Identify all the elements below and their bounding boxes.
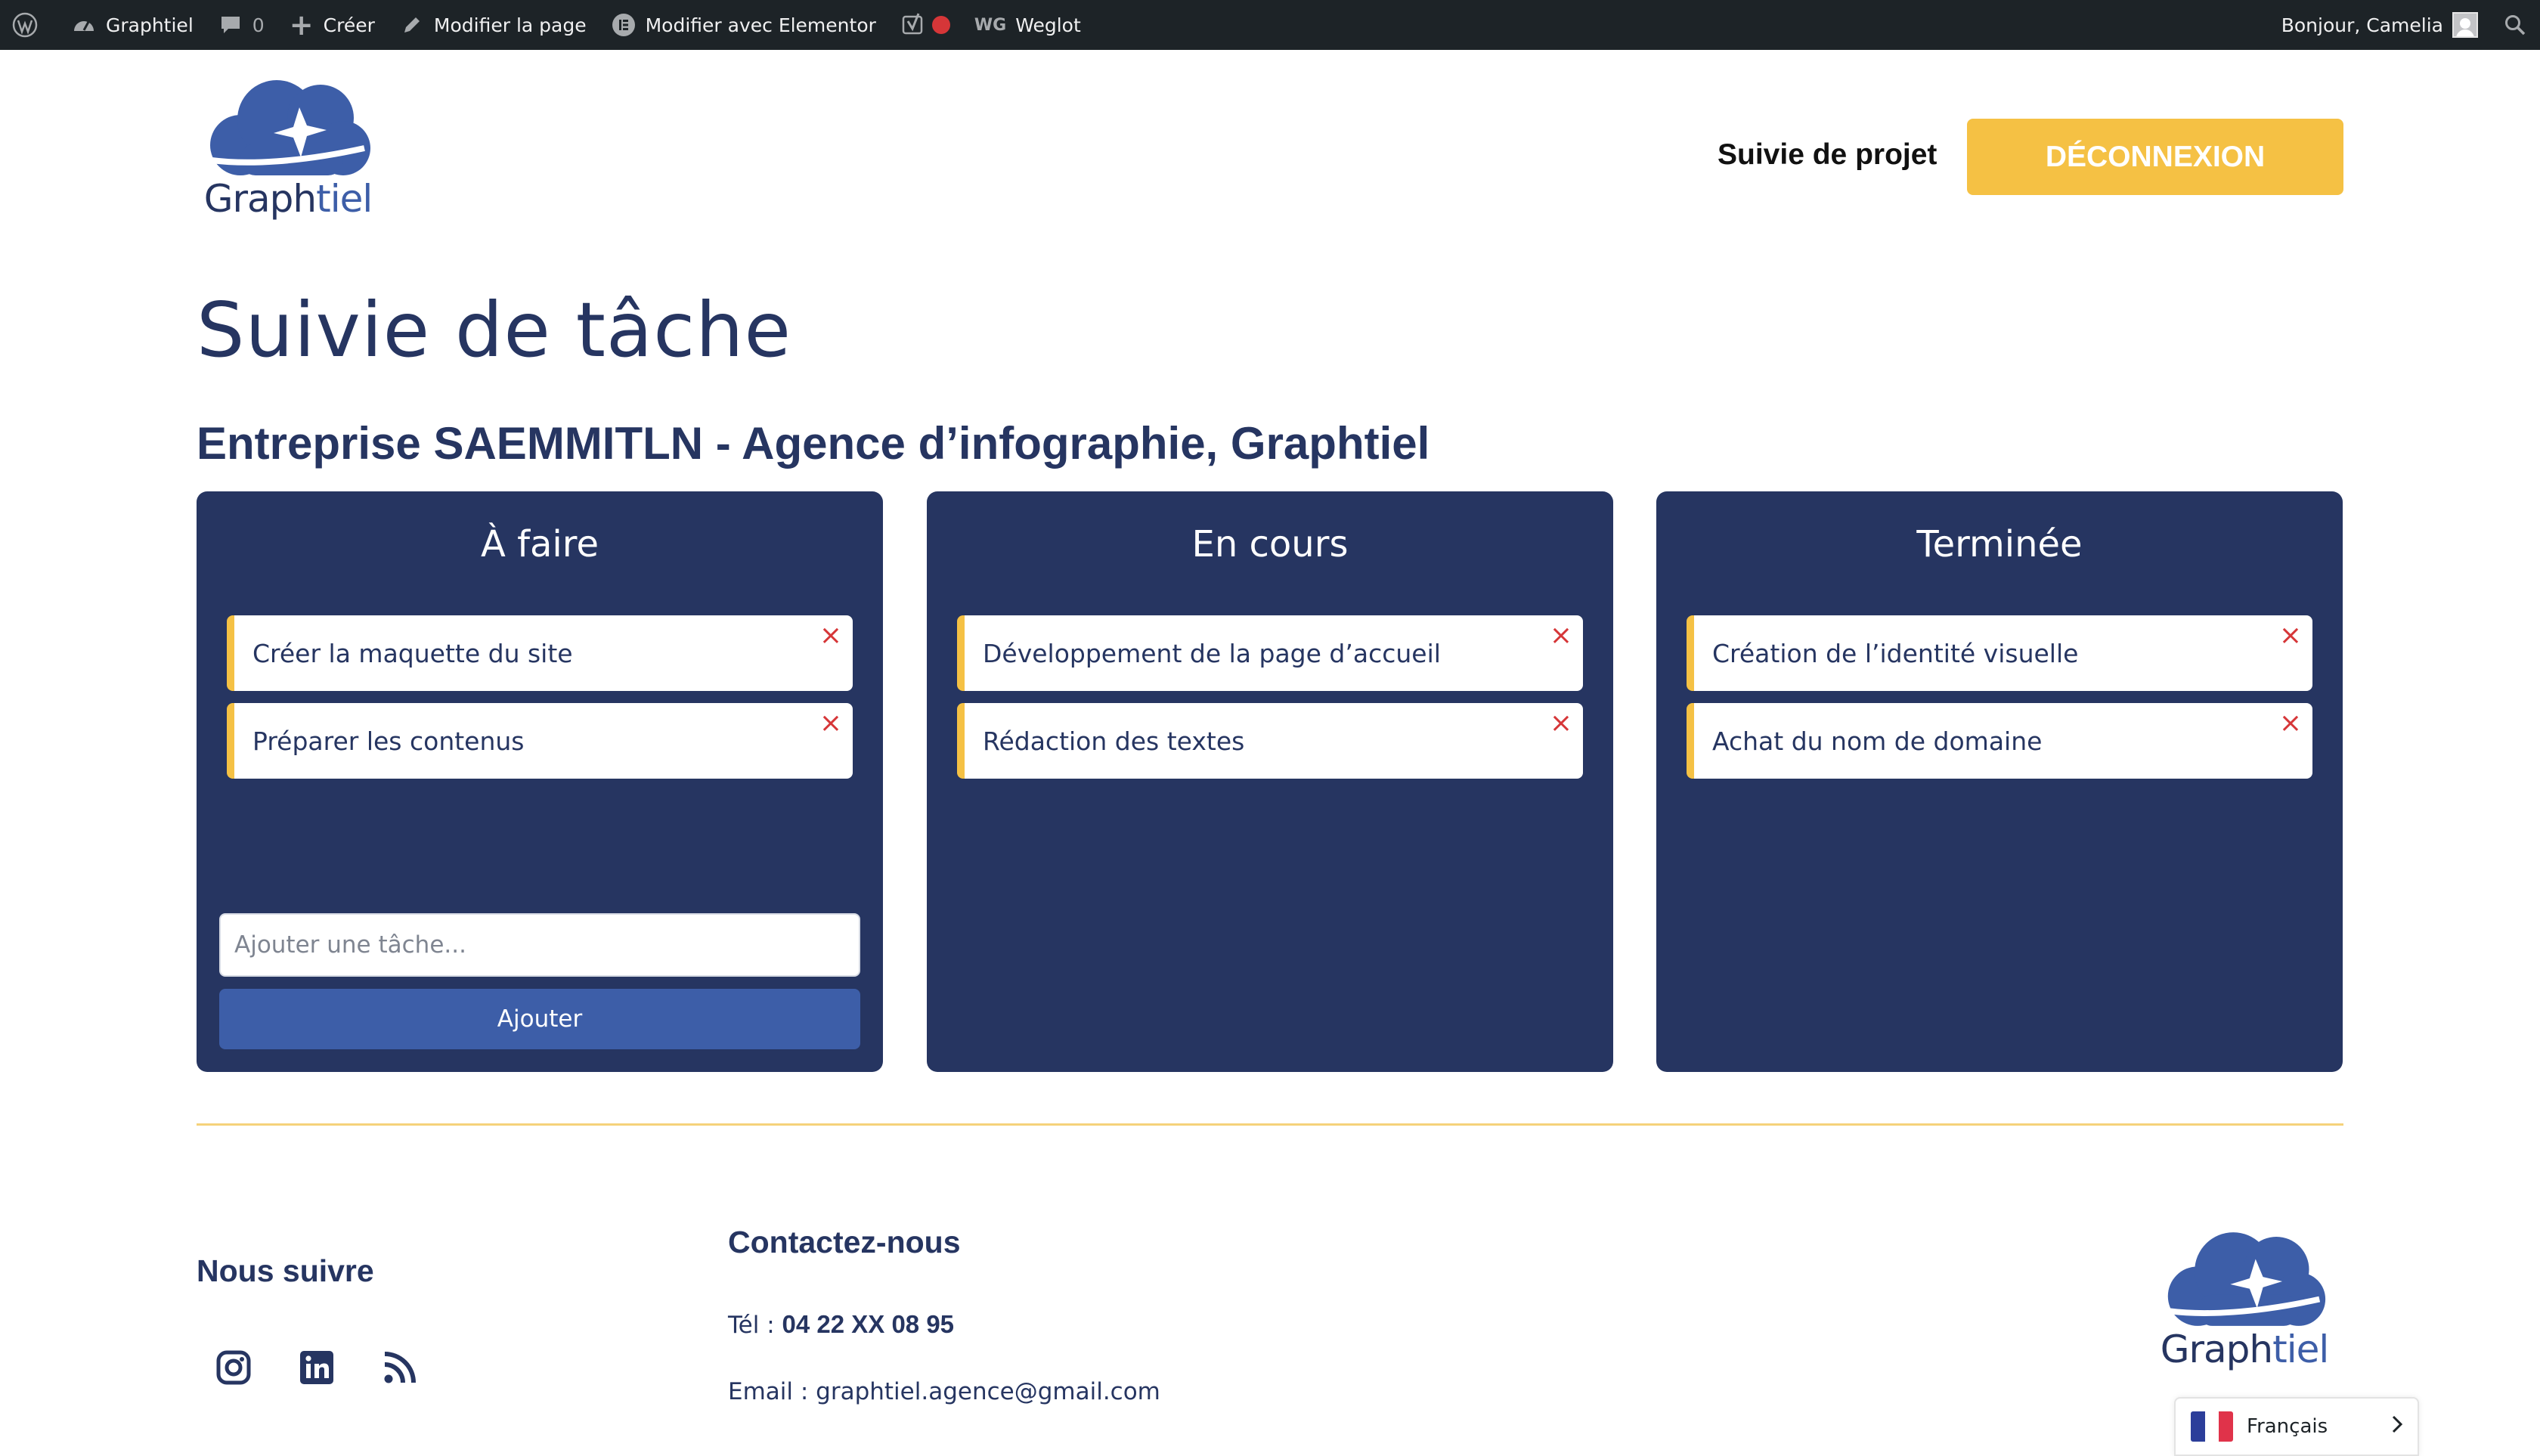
search-icon [2502, 12, 2528, 38]
admin-search-button[interactable] [2490, 0, 2540, 50]
pencil-icon [399, 12, 425, 38]
seo-status-dot [931, 16, 950, 34]
task-card[interactable]: Créer la maquette du site × [227, 615, 853, 691]
task-label: Achat du nom de domaine [1712, 726, 2043, 756]
admin-bar-secondary: Bonjour, Camelia [2269, 0, 2540, 50]
column-title: En cours [1191, 523, 1349, 565]
site-name-link[interactable]: Graphtiel [59, 0, 206, 50]
task-card[interactable]: Création de l’identité visuelle × [1687, 615, 2312, 691]
task-card[interactable]: Développement de la page d’accueil × [957, 615, 1583, 691]
avatar [2452, 12, 2478, 38]
yoast-seo-link[interactable] [888, 0, 962, 50]
chevron-right-icon [2390, 1414, 2404, 1440]
wordpress-menu[interactable] [0, 0, 59, 50]
task-label: Préparer les contenus [252, 726, 525, 756]
weglot-label: Weglot [1015, 14, 1081, 36]
elementor-label: Modifier avec Elementor [645, 14, 876, 36]
comments-link[interactable]: 0 [206, 0, 277, 50]
language-switcher[interactable]: Français [2174, 1397, 2419, 1456]
nav-suivie-de-projet[interactable]: Suivie de projet [1718, 138, 1937, 172]
cloud-star-logo-icon [2167, 1232, 2326, 1326]
section-divider [197, 1123, 2343, 1126]
add-task-input[interactable] [219, 913, 860, 977]
task-card[interactable]: Achat du nom de domaine × [1687, 703, 2312, 779]
plus-icon: + [289, 8, 314, 42]
close-icon[interactable]: × [2278, 622, 2303, 650]
rss-icon [384, 1352, 416, 1383]
column-title: À faire [481, 523, 599, 565]
task-card[interactable]: Rédaction des textes × [957, 703, 1583, 779]
task-card[interactable]: Préparer les contenus × [227, 703, 853, 779]
column-en-cours: En cours Développement de la page d’accu… [927, 491, 1613, 1072]
cloud-star-logo-icon [210, 80, 370, 175]
wordpress-icon [12, 12, 38, 38]
task-label: Développement de la page d’accueil [983, 638, 1441, 668]
task-label: Rédaction des textes [983, 726, 1245, 756]
linkedin-icon [300, 1351, 333, 1384]
close-icon[interactable]: × [818, 710, 844, 738]
footer-logo[interactable]: Graphtiel [2156, 1228, 2333, 1371]
create-new-link[interactable]: + Créer [277, 0, 387, 50]
project-subtitle: Entreprise SAEMMITLN - Agence d’infograp… [197, 418, 1430, 469]
instagram-icon [216, 1350, 251, 1385]
account-menu[interactable]: Bonjour, Camelia [2269, 0, 2490, 50]
weglot-icon: WG [974, 15, 1007, 35]
logout-button[interactable]: DÉCONNEXION [1967, 119, 2343, 195]
close-icon[interactable]: × [818, 622, 844, 650]
create-label: Créer [323, 14, 375, 36]
page-title: Suivie de tâche [197, 286, 792, 374]
column-title: Terminée [1916, 523, 2083, 565]
edit-page-link[interactable]: Modifier la page [387, 0, 599, 50]
close-icon[interactable]: × [1548, 710, 1574, 738]
account-greeting: Bonjour, Camelia [2281, 14, 2443, 36]
elementor-link[interactable]: Modifier avec Elementor [599, 0, 888, 50]
elementor-icon [611, 12, 637, 38]
linkedin-link[interactable] [296, 1347, 337, 1388]
yoast-icon [900, 12, 926, 38]
add-task-button[interactable]: Ajouter [219, 989, 860, 1049]
contact-heading: Contactez-nous [728, 1225, 961, 1259]
logo-wordmark: Graphtiel [203, 177, 373, 221]
comments-count: 0 [252, 14, 265, 36]
france-flag-icon [2191, 1411, 2233, 1442]
phone-number[interactable]: 04 22 XX 08 95 [782, 1310, 955, 1338]
instagram-link[interactable] [213, 1347, 254, 1388]
task-label: Créer la maquette du site [252, 638, 573, 668]
dashboard-icon [71, 12, 97, 38]
close-icon[interactable]: × [2278, 710, 2303, 738]
follow-heading: Nous suivre [197, 1253, 374, 1288]
phone-line: Tél : 04 22 XX 08 95 [728, 1310, 955, 1339]
site-name: Graphtiel [106, 14, 194, 36]
rss-link[interactable] [379, 1347, 420, 1388]
site-logo[interactable]: Graphtiel [198, 76, 378, 221]
close-icon[interactable]: × [1548, 622, 1574, 650]
task-label: Création de l’identité visuelle [1712, 638, 2079, 668]
wp-admin-bar: Graphtiel 0 + Créer Modifier la page Mod… [0, 0, 2540, 50]
email-line[interactable]: Email : graphtiel.agence@gmail.com [728, 1378, 1160, 1405]
language-label: Français [2247, 1415, 2328, 1438]
column-a-faire: À faire Créer la maquette du site × Prép… [197, 491, 883, 1072]
column-terminee: Terminée Création de l’identité visuelle… [1656, 491, 2343, 1072]
weglot-link[interactable]: WG Weglot [962, 0, 1093, 50]
logo-wordmark: Graphtiel [2160, 1327, 2330, 1371]
comment-icon [218, 12, 243, 38]
edit-page-label: Modifier la page [433, 14, 587, 36]
